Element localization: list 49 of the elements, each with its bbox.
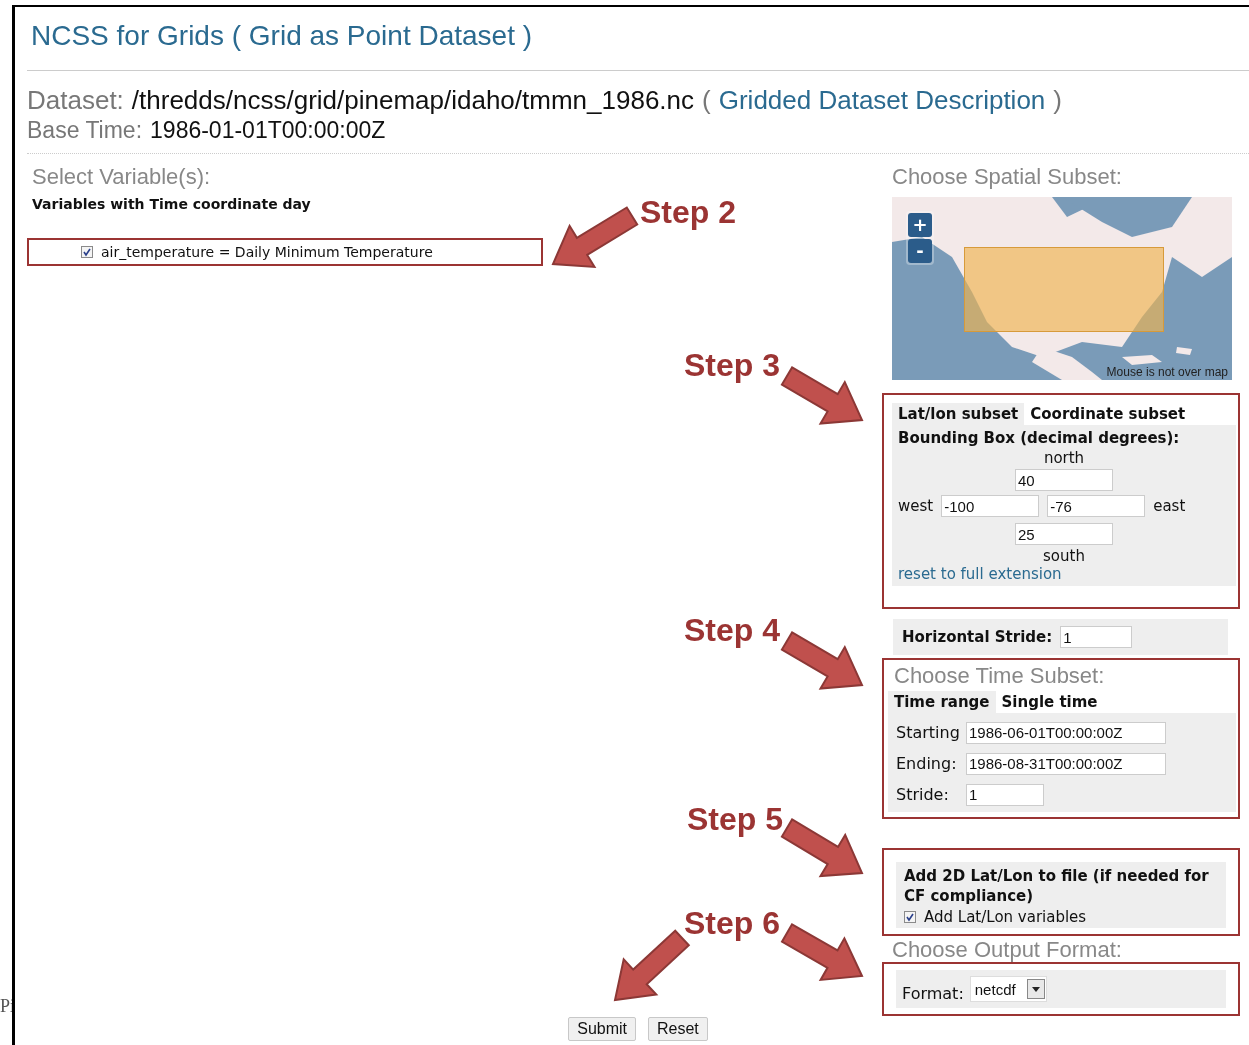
east-label: east <box>1153 497 1186 515</box>
tab[interactable]: Time range <box>888 691 996 713</box>
parenthesis: ( <box>702 85 711 116</box>
checkbox[interactable] <box>81 246 93 258</box>
time-field[interactable]: 1 <box>966 783 1044 806</box>
west-field[interactable]: -100 <box>941 495 1040 517</box>
variable-label: air_temperature = Daily Minimum Temperature <box>101 244 433 260</box>
checkbox-label: Add Lat/Lon variables <box>924 908 1087 926</box>
west-label: west <box>898 497 934 515</box>
time-field[interactable]: 1986-06-01T00:00:00Z <box>966 721 1166 744</box>
step-label: Step 2 <box>640 193 737 231</box>
format-select[interactable]: netcdf <box>969 976 1047 1002</box>
north-label: north <box>1043 449 1085 467</box>
parenthesis: ) <box>1053 85 1062 116</box>
checkbox[interactable] <box>904 911 916 923</box>
reset-extension-link[interactable]: reset to full extension <box>892 565 1062 586</box>
south-label: south <box>1043 547 1085 565</box>
base-time-value: 1986-01-01T00:00:00Z <box>150 117 386 144</box>
time-field[interactable]: 1986-08-31T00:00:00Z <box>966 752 1166 775</box>
zoom-out-button[interactable]: - <box>908 239 932 263</box>
east-field[interactable]: -76 <box>1047 495 1146 517</box>
bounding-box-title: Bounding Box (decimal degrees): <box>897 428 1181 447</box>
option-title: Add 2D Lat/Lon to file (if needed for CF compliance) <box>904 866 1210 906</box>
south-field[interactable]: 25 <box>1015 523 1113 545</box>
form-button[interactable]: Submit <box>568 1017 636 1041</box>
time-field-label: Starting <box>896 723 961 742</box>
step-label: Step 4 <box>684 611 781 649</box>
stride-label: Horizontal Stride: <box>902 628 1053 646</box>
tab[interactable]: Lat/lon subset <box>892 403 1025 425</box>
time-field-label: Ending: <box>896 754 958 773</box>
section-heading: Choose Time Subset: <box>893 662 1106 690</box>
section-heading: Choose Spatial Subset: <box>891 164 1123 190</box>
map-status-text: Mouse is not over map <box>1106 365 1228 379</box>
step-label: Step 3 <box>684 346 781 384</box>
zoom-in-button[interactable]: + <box>908 213 932 237</box>
time-field-label: Stride: <box>896 785 950 804</box>
dataset-path: /thredds/ncss/grid/pinemap/idaho/tmmn_1986.nc <box>131 85 695 116</box>
form-button[interactable]: Reset <box>648 1017 708 1041</box>
format-label: Format: <box>902 982 964 1003</box>
section-heading: Select Variable(s): <box>31 164 212 190</box>
base-time-label: Base Time: <box>27 117 143 144</box>
stride-field[interactable]: 1 <box>1060 626 1133 648</box>
section-heading: Choose Output Format: <box>891 938 1123 962</box>
dataset-description-link[interactable]: Gridded Dataset Description <box>718 85 1046 116</box>
page-title: NCSS for Grids ( Grid as Point Dataset ) <box>30 19 534 53</box>
dataset-label: Dataset: <box>27 85 124 116</box>
step-label: Step 5 <box>687 800 784 838</box>
north-field[interactable]: 40 <box>1015 469 1113 491</box>
step-label: Step 6 <box>684 904 781 942</box>
